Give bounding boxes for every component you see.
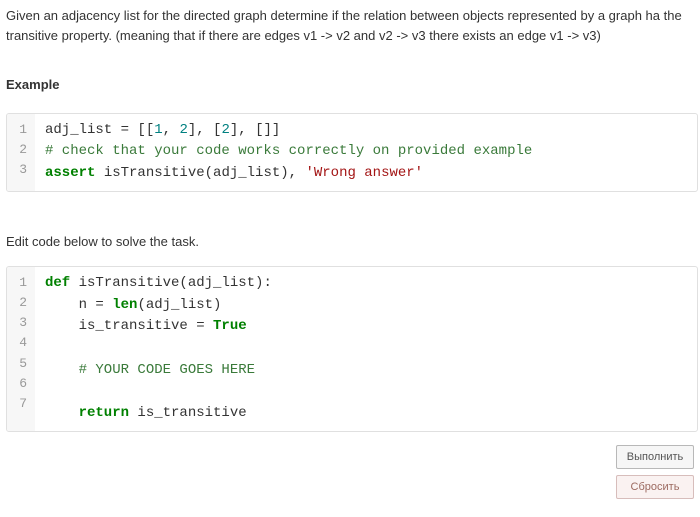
- example-heading: Example: [6, 75, 698, 95]
- editor-code-block[interactable]: 1 2 3 4 5 6 7 def isTransitive(adj_list)…: [6, 266, 698, 432]
- line-number: 3: [15, 160, 27, 180]
- reset-button-label: Сбросить: [631, 481, 680, 493]
- line-number: 2: [15, 293, 27, 313]
- line-number: 3: [15, 313, 27, 333]
- action-buttons: Выполнить Сбросить: [616, 445, 694, 499]
- line-number: 1: [15, 273, 27, 293]
- line-number: 4: [15, 333, 27, 353]
- line-number: 2: [15, 140, 27, 160]
- reset-button[interactable]: Сбросить: [616, 475, 694, 499]
- run-button-label: Выполнить: [627, 451, 683, 463]
- example-code: adj_list = [[1, 2], [2], []] # check tha…: [35, 114, 697, 191]
- line-number: 1: [15, 120, 27, 140]
- run-button[interactable]: Выполнить: [616, 445, 694, 469]
- line-number: 5: [15, 354, 27, 374]
- example-gutter: 1 2 3: [7, 114, 35, 191]
- editor-code[interactable]: def isTransitive(adj_list): n = len(adj_…: [35, 267, 697, 431]
- line-number: 7: [15, 394, 27, 414]
- edit-prompt: Edit code below to solve the task.: [6, 232, 698, 252]
- problem-description: Given an adjacency list for the directed…: [6, 6, 698, 45]
- editor-gutter: 1 2 3 4 5 6 7: [7, 267, 35, 431]
- line-number: 6: [15, 374, 27, 394]
- example-code-block: 1 2 3 adj_list = [[1, 2], [2], []] # che…: [6, 113, 698, 192]
